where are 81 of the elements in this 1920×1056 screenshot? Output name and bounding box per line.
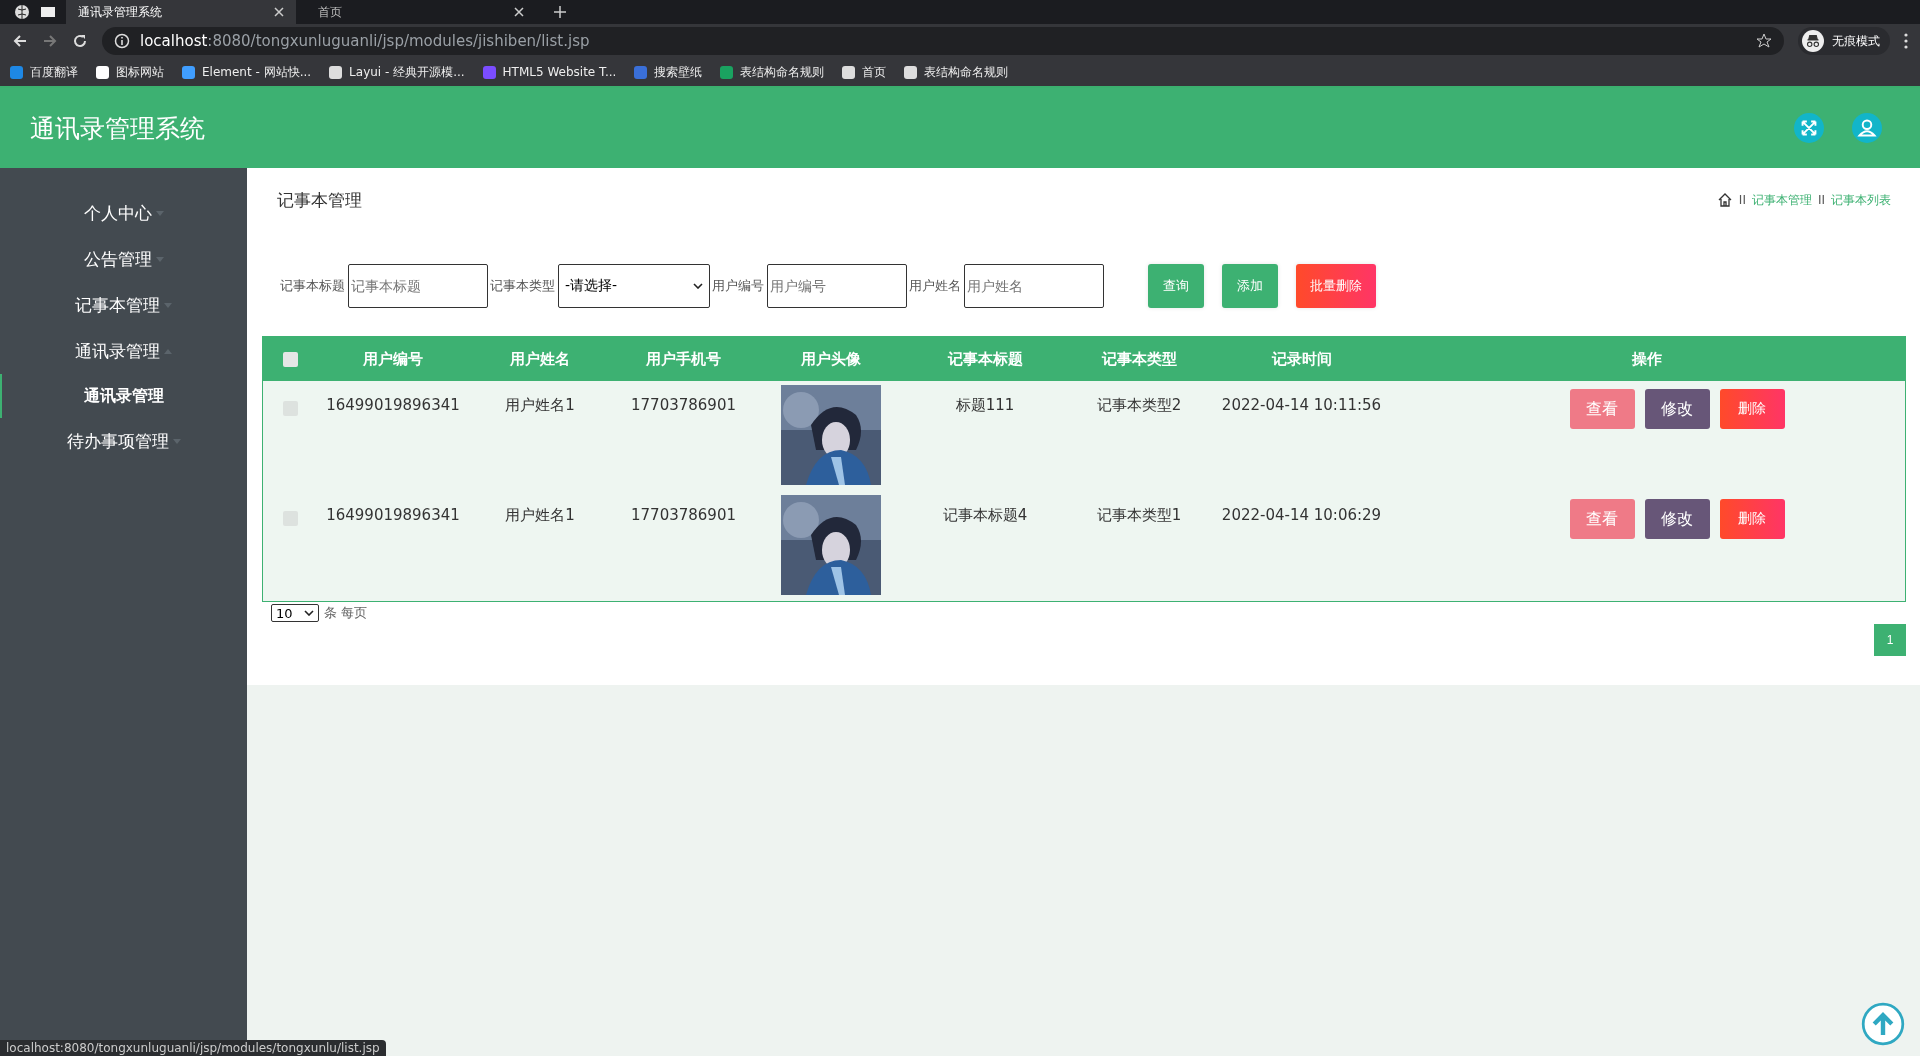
- caret-icon: [164, 348, 172, 354]
- bookmark[interactable]: 图标网站: [96, 63, 164, 81]
- bookmark[interactable]: HTML5 Website T...: [482, 65, 617, 80]
- sidebar-item[interactable]: 待办事项管理: [0, 418, 247, 464]
- sidebar-subitem[interactable]: 通讯录管理: [0, 374, 247, 418]
- app-title: 通讯录管理系统: [30, 112, 205, 145]
- breadcrumb-separator: II: [1738, 193, 1746, 207]
- field-label: 用户姓名: [909, 277, 961, 295]
- caret-icon: [172, 438, 181, 444]
- table-cell-text: 用户姓名1: [504, 395, 576, 415]
- user-icon[interactable]: [1852, 113, 1882, 143]
- bookmark[interactable]: 搜索壁纸: [634, 63, 703, 81]
- column-header: 用户姓名: [509, 349, 571, 369]
- sidebar-item[interactable]: 公告管理: [0, 236, 247, 282]
- column-header: 操作: [1631, 349, 1663, 369]
- incognito-badge[interactable]: 无痕模式: [1798, 27, 1890, 56]
- fullscreen-icon[interactable]: [1794, 113, 1824, 143]
- chevron-icon: [304, 610, 314, 616]
- table-cell-text: 记事本类型1: [1095, 505, 1183, 525]
- table-cell-text: 17703786901: [630, 505, 737, 524]
- bookmark[interactable]: 表结构命名规则: [904, 63, 1009, 81]
- breadcrumb-separator: II: [1817, 193, 1825, 207]
- tab-title: 首页: [318, 3, 342, 21]
- select-all-checkbox[interactable]: [282, 351, 298, 367]
- column-header: 用户手机号: [645, 349, 722, 369]
- status-bar-url: localhost:8080/tongxunluguanli/jsp/modules/tongxunlu/list.jsp: [0, 1040, 386, 1056]
- star-icon[interactable]: [1756, 33, 1772, 50]
- back-to-top-icon[interactable]: [1861, 1002, 1905, 1046]
- sidebar-item[interactable]: 记事本管理: [0, 282, 247, 328]
- tab-strip-icon[interactable]: [40, 4, 56, 20]
- sidebar-item[interactable]: 通讯录管理: [0, 328, 247, 374]
- column-header: 用户头像: [800, 349, 862, 369]
- table-cell-text: 记事本类型2: [1095, 395, 1183, 415]
- tab-title: 通讯录管理系统: [78, 3, 162, 21]
- home-icon[interactable]: [1716, 192, 1733, 208]
- address-bar[interactable]: localhost:8080/tongxunluguanli/jsp/modules/jishiben/list.jsp: [102, 27, 1784, 56]
- page-title: 记事本管理: [277, 188, 362, 212]
- table-cell-text: 标题111: [954, 395, 1016, 415]
- bookmark[interactable]: 百度翻译: [10, 63, 78, 81]
- bookmark[interactable]: Element - 网站快...: [182, 63, 312, 81]
- info-icon: [114, 33, 130, 50]
- table-cell-text: 记事本标题4: [941, 505, 1029, 525]
- close-icon[interactable]: [514, 7, 524, 17]
- bookmark[interactable]: 表结构命名规则: [720, 63, 825, 81]
- column-header: 记事本标题: [946, 349, 1024, 369]
- bookmark[interactable]: Layui - 经典开源模...: [329, 63, 465, 81]
- field-label: 记事本类型: [490, 277, 555, 295]
- table-cell-text: 16499019896341: [325, 505, 461, 524]
- table-cell-text: 16499019896341: [325, 395, 461, 414]
- browser-tab[interactable]: 通讯录管理系统: [66, 0, 296, 24]
- page-size-dropdown[interactable]: 10: [271, 604, 319, 622]
- field-label: 记事本标题: [280, 277, 345, 295]
- new-tab-icon[interactable]: [554, 6, 566, 18]
- type-dropdown[interactable]: -请选择-: [558, 264, 710, 308]
- browser-tab[interactable]: 首页: [306, 0, 536, 24]
- caret-icon: [164, 302, 172, 308]
- table-cell-text: 用户姓名1: [504, 505, 576, 525]
- caret-icon: [155, 256, 164, 262]
- row-action-button[interactable]: 修改: [1644, 499, 1710, 539]
- table-cell-text: 2022-04-14 10:11:56: [1220, 395, 1383, 414]
- field-label: 用户编号: [712, 277, 764, 295]
- page-size-label: 条 每页: [324, 604, 368, 622]
- column-header: 记事本类型: [1100, 349, 1178, 369]
- caret-icon: [155, 210, 164, 216]
- reload-icon[interactable]: [72, 33, 88, 50]
- table-cell-text: 17703786901: [630, 395, 737, 414]
- chevron-icon: [693, 283, 703, 289]
- search-field[interactable]: 记事本标题: [348, 264, 488, 308]
- search-field[interactable]: 用户编号: [767, 264, 907, 308]
- incognito-icon: [1802, 30, 1824, 53]
- globe-icon: [14, 4, 30, 20]
- table-cell-text: 2022-04-14 10:06:29: [1220, 505, 1383, 524]
- menu-icon[interactable]: [1904, 33, 1908, 50]
- column-header: 记录时间: [1270, 349, 1333, 369]
- column-header: 用户编号: [362, 349, 424, 369]
- url-text: localhost:8080/tongxunluguanli/jsp/modules/jishiben/list.jsp: [140, 32, 591, 51]
- bookmark[interactable]: 首页: [842, 63, 887, 81]
- row-action-button[interactable]: 修改: [1644, 389, 1710, 429]
- sidebar-item[interactable]: 个人中心: [0, 190, 247, 236]
- close-icon[interactable]: [274, 7, 284, 17]
- search-field[interactable]: 用户姓名: [964, 264, 1104, 308]
